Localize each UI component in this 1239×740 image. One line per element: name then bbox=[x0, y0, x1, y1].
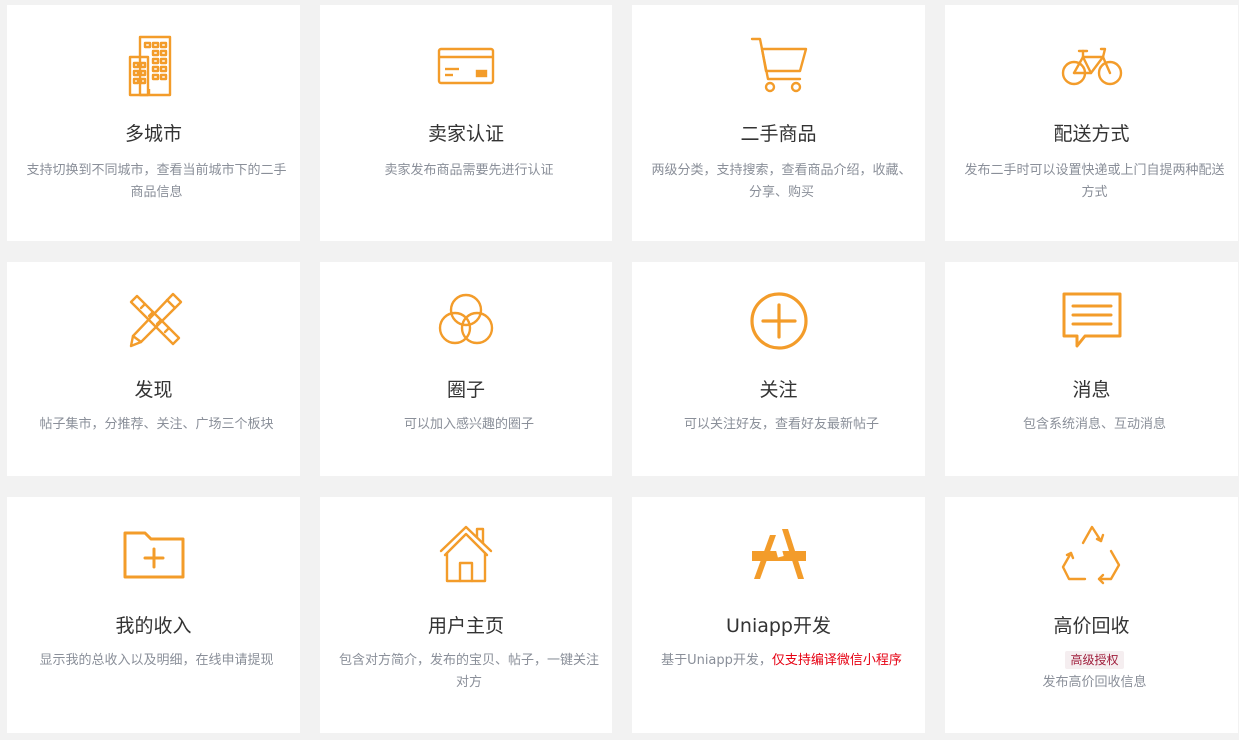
feature-desc: 支持切换到不同城市，查看当前城市下的二手商品信息 bbox=[26, 163, 287, 200]
shopping-cart-icon bbox=[746, 33, 812, 99]
feature-desc: 包含对方简介，发布的宝贝、帖子，一键关注对方 bbox=[338, 653, 599, 690]
buildings-icon bbox=[121, 33, 187, 99]
feature-desc: 可以加入感兴趣的圈子 bbox=[403, 417, 534, 432]
feature-title: 消息 bbox=[1072, 379, 1111, 401]
feature-grid: 多城市 支持切换到不同城市，查看当前城市下的二手商品信息 卖家认证 卖家发布商品… bbox=[0, 0, 1239, 740]
home-icon bbox=[433, 521, 499, 587]
feature-title: 多城市 bbox=[124, 123, 182, 145]
license-badge: 高级授权 bbox=[1065, 651, 1124, 669]
feature-card-income: 我的收入 显示我的总收入以及明细，在线申请提现 bbox=[7, 497, 300, 733]
feature-title: 配送方式 bbox=[1053, 123, 1130, 145]
venn-circles-icon bbox=[433, 288, 499, 354]
feature-card-uniapp: Uniapp开发 基于Uniapp开发，仅支持编译微信小程序 bbox=[632, 497, 925, 733]
feature-title: 二手商品 bbox=[740, 123, 817, 145]
feature-title: 我的收入 bbox=[115, 615, 192, 637]
recycle-icon bbox=[1059, 521, 1125, 587]
app-store-icon bbox=[746, 521, 812, 587]
feature-card-multi-city: 多城市 支持切换到不同城市，查看当前城市下的二手商品信息 bbox=[7, 5, 300, 241]
chat-message-icon bbox=[1059, 288, 1125, 354]
feature-desc: 显示我的总收入以及明细，在线申请提现 bbox=[39, 653, 274, 668]
feature-desc: 可以关注好友，查看好友最新帖子 bbox=[683, 417, 879, 432]
feature-card-user-home: 用户主页 包含对方简介，发布的宝贝、帖子，一键关注对方 bbox=[320, 497, 612, 733]
feature-title: 圈子 bbox=[446, 379, 485, 401]
feature-desc: 高级授权 发布高价回收信息 bbox=[963, 650, 1226, 694]
feature-title: 卖家认证 bbox=[427, 123, 504, 145]
feature-desc: 两级分类，支持搜索，查看商品介绍，收藏、分享、购买 bbox=[651, 163, 912, 200]
feature-title: Uniapp开发 bbox=[726, 615, 831, 637]
feature-desc-highlight: 仅支持编译微信小程序 bbox=[771, 653, 902, 668]
pencil-ruler-icon bbox=[121, 288, 187, 354]
feature-desc-text: 基于Uniapp开发， bbox=[661, 653, 772, 668]
feature-title: 高价回收 bbox=[1053, 615, 1130, 637]
feature-desc: 帖子集市，分推荐、关注、广场三个板块 bbox=[39, 417, 274, 432]
credit-card-icon bbox=[433, 33, 499, 99]
feature-title: 关注 bbox=[759, 379, 798, 401]
feature-card-follow: 关注 可以关注好友，查看好友最新帖子 bbox=[632, 262, 925, 476]
feature-card-seller-verify: 卖家认证 卖家发布商品需要先进行认证 bbox=[320, 5, 612, 241]
feature-desc-text: 发布高价回收信息 bbox=[1042, 675, 1147, 690]
feature-title: 用户主页 bbox=[427, 615, 504, 637]
feature-card-recycle: 高价回收 高级授权 发布高价回收信息 bbox=[945, 497, 1238, 733]
plus-circle-icon bbox=[746, 288, 812, 354]
feature-desc: 卖家发布商品需要先进行认证 bbox=[384, 163, 554, 178]
feature-desc: 发布二手时可以设置快递或上门自提两种配送方式 bbox=[964, 163, 1225, 200]
feature-card-messages: 消息 包含系统消息、互动消息 bbox=[945, 262, 1238, 476]
bicycle-icon bbox=[1059, 33, 1125, 99]
feature-desc: 基于Uniapp开发，仅支持编译微信小程序 bbox=[650, 650, 913, 672]
feature-title: 发现 bbox=[134, 379, 173, 401]
feature-card-discover: 发现 帖子集市，分推荐、关注、广场三个板块 bbox=[7, 262, 300, 476]
feature-desc: 包含系统消息、互动消息 bbox=[1022, 417, 1166, 432]
feature-card-delivery: 配送方式 发布二手时可以设置快递或上门自提两种配送方式 bbox=[945, 5, 1238, 241]
feature-card-second-hand: 二手商品 两级分类，支持搜索，查看商品介绍，收藏、分享、购买 bbox=[632, 5, 925, 241]
folder-add-icon bbox=[121, 521, 187, 587]
feature-card-circle: 圈子 可以加入感兴趣的圈子 bbox=[320, 262, 612, 476]
